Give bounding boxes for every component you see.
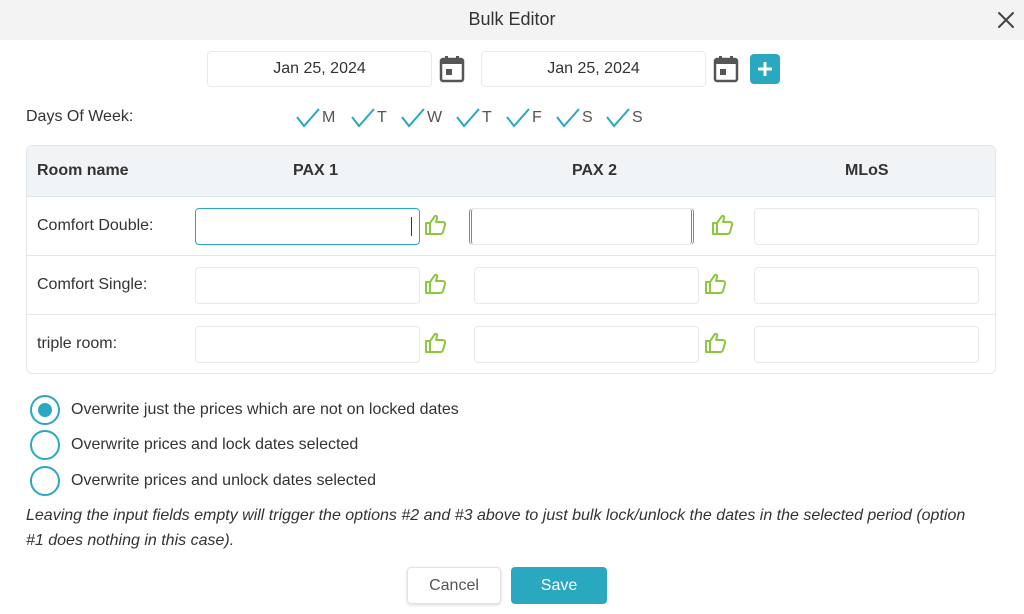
day-toggle-thursday[interactable]: T xyxy=(455,106,492,130)
option-overwrite-and-lock[interactable]: Overwrite prices and lock dates selected xyxy=(30,430,358,460)
option-label: Overwrite prices and lock dates selected xyxy=(71,436,359,453)
radio-button[interactable] xyxy=(30,395,60,425)
help-note: Leaving the input fields empty will trig… xyxy=(26,507,966,549)
day-letter: T xyxy=(482,109,492,126)
thumbs-up-icon[interactable] xyxy=(704,272,728,296)
day-toggle-sunday[interactable]: S xyxy=(605,106,643,130)
end-date-input[interactable]: Jan 25, 2024 xyxy=(481,51,706,87)
thumbs-up-icon[interactable] xyxy=(424,272,448,296)
start-date-input[interactable]: Jan 25, 2024 xyxy=(207,51,432,87)
check-icon xyxy=(401,108,425,128)
text-caret xyxy=(411,217,412,236)
dialog-title: Bulk Editor xyxy=(468,9,556,29)
radio-button[interactable] xyxy=(30,430,60,460)
plus-icon xyxy=(758,62,772,76)
calendar-icon[interactable] xyxy=(439,55,465,83)
room-name: Comfort Single: xyxy=(37,276,148,293)
day-letter: S xyxy=(632,109,643,126)
thumbs-up-icon[interactable] xyxy=(711,213,735,237)
table-row: Comfort Double: xyxy=(27,197,995,256)
pax1-input[interactable] xyxy=(195,267,420,304)
thumbs-up-icon[interactable] xyxy=(424,331,448,355)
day-letter: T xyxy=(377,109,387,126)
day-letter: F xyxy=(532,109,542,126)
calendar-icon[interactable] xyxy=(713,55,739,83)
room-price-table: Room name PAX 1 PAX 2 MLoS Comfort Doubl… xyxy=(26,145,996,374)
day-letter: M xyxy=(322,109,336,126)
check-icon xyxy=(556,108,580,128)
option-label: Overwrite just the prices which are not … xyxy=(71,401,459,418)
check-icon xyxy=(506,108,530,128)
day-letter: S xyxy=(582,109,593,126)
days-of-week-label: Days Of Week: xyxy=(26,108,134,125)
option-overwrite-and-unlock[interactable]: Overwrite prices and unlock dates select… xyxy=(30,466,376,496)
header-mlos: MLoS xyxy=(845,162,889,179)
cancel-button[interactable]: Cancel xyxy=(407,567,501,604)
option-label: Overwrite prices and unlock dates select… xyxy=(71,472,377,489)
table-row: Comfort Single: xyxy=(27,256,995,315)
mlos-input[interactable] xyxy=(754,267,979,304)
check-icon xyxy=(606,108,630,128)
check-icon xyxy=(456,108,480,128)
mlos-input[interactable] xyxy=(754,326,979,363)
check-icon xyxy=(296,108,320,128)
close-icon[interactable] xyxy=(996,10,1016,30)
pax1-input[interactable] xyxy=(195,326,420,363)
header-pax2: PAX 2 xyxy=(572,162,618,179)
day-toggle-tuesday[interactable]: T xyxy=(350,106,387,130)
header-pax1: PAX 1 xyxy=(293,162,339,179)
pax2-input[interactable] xyxy=(474,326,699,363)
header-room-name: Room name xyxy=(37,162,129,179)
room-name: triple room: xyxy=(37,335,118,352)
thumbs-up-icon[interactable] xyxy=(704,331,728,355)
day-toggle-monday[interactable]: M xyxy=(295,106,335,130)
save-button[interactable]: Save xyxy=(511,567,607,604)
day-toggle-friday[interactable]: F xyxy=(505,106,542,130)
day-toggle-saturday[interactable]: S xyxy=(555,106,593,130)
day-toggle-wednesday[interactable]: W xyxy=(400,106,442,130)
table-row: triple room: xyxy=(27,315,995,373)
day-letter: W xyxy=(427,109,443,126)
room-name: Comfort Double: xyxy=(37,217,154,234)
pax2-input[interactable] xyxy=(469,208,694,245)
radio-button[interactable] xyxy=(30,466,60,496)
mlos-input[interactable] xyxy=(754,208,979,245)
thumbs-up-icon[interactable] xyxy=(424,213,448,237)
pax1-input[interactable] xyxy=(195,208,420,245)
dialog-header: Bulk Editor xyxy=(0,0,1024,40)
option-overwrite-unlocked[interactable]: Overwrite just the prices which are not … xyxy=(30,395,459,425)
add-date-range-button[interactable] xyxy=(750,54,780,84)
table-header: Room name PAX 1 PAX 2 MLoS xyxy=(27,146,995,197)
check-icon xyxy=(351,108,375,128)
pax2-input[interactable] xyxy=(474,267,699,304)
